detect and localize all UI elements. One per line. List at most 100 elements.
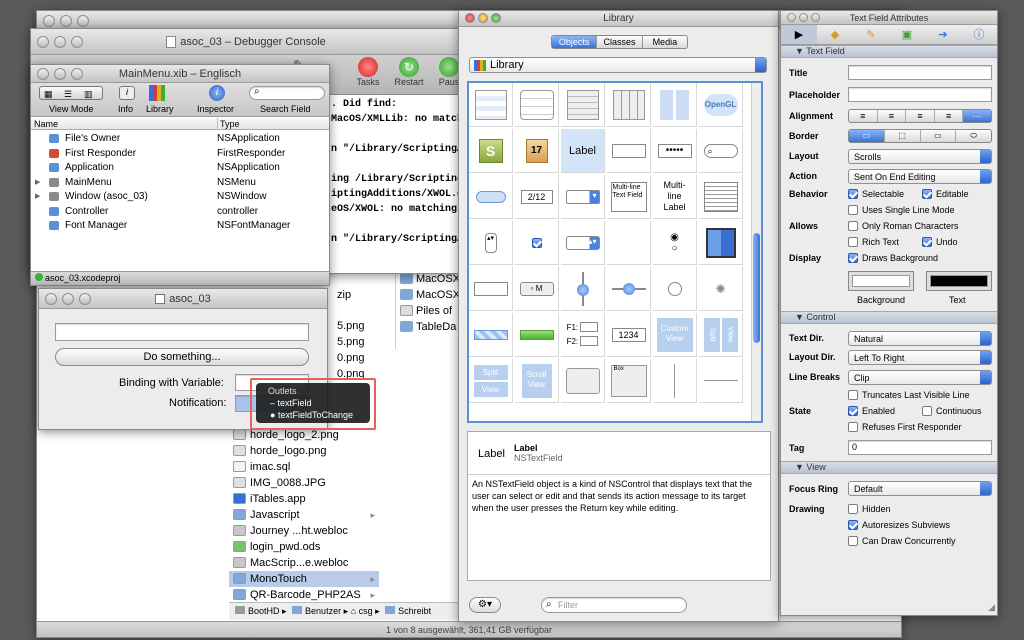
border-control[interactable]: ▭ ⬚ ▭ ⬭ [848,129,992,143]
minimize-button[interactable] [478,13,488,23]
align-justify-icon[interactable]: ≡ [933,110,963,122]
library-item-date-picker[interactable]: 17 [515,129,559,173]
outlet-item-textfieldtochange[interactable]: ● textFieldToChange [264,409,362,421]
library-popup[interactable]: Library [469,57,767,73]
type-column-header[interactable]: Type [217,118,240,130]
library-item-progress-indicator[interactable]: ✺ [699,267,743,311]
list-item[interactable]: TableDa [396,319,459,335]
library-item-secure-field[interactable]: ••••• [653,129,697,173]
library-item-progress-bar[interactable] [469,313,513,357]
scroll-thumb[interactable] [753,233,760,343]
border-none-icon[interactable]: ▭ [849,130,884,142]
section-text-field[interactable]: ▼ Text Field [781,45,997,58]
title-field[interactable] [848,65,992,80]
border-line-icon[interactable]: ⬚ [883,130,920,142]
library-item-circular-slider[interactable] [653,267,697,311]
library-item-box-field[interactable] [469,267,513,311]
library-item-object[interactable]: S [469,129,513,173]
library-item-text-view[interactable] [699,175,743,219]
tab-media[interactable]: Media [641,36,687,48]
truncates-checkbox[interactable] [848,390,858,400]
minimize-button[interactable] [60,15,72,27]
list-item[interactable]: zip [333,287,395,303]
library-item-scroll-view[interactable]: Scroll View [515,359,559,403]
hidden-checkbox[interactable] [848,504,858,514]
library-item-horizontal-slider[interactable] [607,267,651,311]
list-item[interactable]: QR-Barcode_PHP2AS ▸ [229,587,379,603]
list-item[interactable]: IMG_0088.JPG [229,475,379,491]
library-item-opengl[interactable]: OpenGL [699,83,743,127]
selectable-checkbox[interactable] [848,189,858,199]
minimize-button[interactable] [799,13,808,22]
restart-button[interactable]: ↻ Restart [391,57,427,87]
library-item-table-view[interactable] [469,83,513,127]
table-row[interactable]: Controller controller [31,204,329,219]
action-popup[interactable]: Sent On End Editing [848,169,992,184]
identity-tab-icon[interactable]: ⓘ [961,25,997,44]
table-row[interactable]: Font Manager NSFontManager [31,218,329,233]
close-button[interactable] [37,36,49,48]
list-item[interactable]: horde_logo.png [229,443,379,459]
refuses-checkbox[interactable] [848,422,858,432]
library-item-grid[interactable] [607,83,651,127]
library-item-radio-group[interactable]: ◉ ○ [653,221,697,265]
gear-action-button[interactable]: ⚙▾ [469,597,501,613]
section-control[interactable]: ▼ Control [781,311,997,324]
enabled-checkbox[interactable] [848,406,858,416]
list-item[interactable]: 5.png [333,318,395,334]
search-input[interactable]: ⌕ [249,86,325,100]
rich-text-checkbox[interactable] [848,237,858,247]
alignment-control[interactable]: ≡ ≡ ≡ ≡ ⋯ [848,109,992,123]
align-natural-icon[interactable]: ⋯ [962,110,991,122]
text-field[interactable] [55,323,309,341]
concurrent-checkbox[interactable] [848,536,858,546]
library-icon[interactable] [149,85,165,101]
do-something-button[interactable]: Do something... [55,348,309,366]
list-item[interactable]: MacOSX [396,287,460,303]
library-item-multiline-label[interactable]: Multi-line Label [653,175,697,219]
table-row[interactable]: ▶ Window (asoc_03) NSWindow [31,189,329,204]
list-item[interactable]: login_pwd.ods [229,539,379,555]
border-bezel-icon[interactable]: ▭ [919,130,956,142]
library-item-text-field[interactable] [607,129,651,173]
console-output[interactable]: . Did find: MacOS/XMLLib: no matchin n "/L… [331,97,461,272]
minimize-button[interactable] [54,68,66,80]
roman-checkbox[interactable] [848,221,858,231]
minimize-button[interactable] [54,36,66,48]
list-item[interactable]: MonoTouch ▸ [229,571,379,587]
zoom-button[interactable] [77,15,89,27]
library-item-popup-button[interactable]: ▴▾ [561,221,605,265]
autoresizes-checkbox[interactable] [848,520,858,530]
library-item-stepper[interactable]: ▴▾ [469,221,513,265]
library-item-split-view-horizontal[interactable]: Split View [469,359,513,403]
list-item[interactable]: Piles of [396,303,459,319]
path-item[interactable]: Benutzer [305,606,341,616]
size-tab-icon[interactable]: ✎ [853,25,889,44]
list-item[interactable]: Journey ...ht.webloc [229,523,379,539]
info-icon[interactable]: i [119,86,135,100]
list-item[interactable]: 5.png [333,334,395,350]
align-left-icon[interactable]: ≡ [849,110,877,122]
library-item-form[interactable]: F1: F2: [561,313,605,357]
library-item-combo-box[interactable]: ▾ [561,175,605,219]
editable-checkbox[interactable] [922,189,932,199]
zoom-button[interactable] [71,68,83,80]
single-line-checkbox[interactable] [848,205,858,215]
close-button[interactable] [787,13,796,22]
path-item[interactable]: Schreibt [398,606,431,616]
library-item-split-view-vertical[interactable]: Split View [699,313,743,357]
table-row[interactable]: First Responder FirstResponder [31,146,329,161]
list-item[interactable]: imac.sql [229,459,379,475]
library-item-custom-view[interactable]: Custom View [653,313,697,357]
library-item-check-box[interactable] [515,221,559,265]
zoom-button[interactable] [491,13,501,23]
bindings-tab-icon[interactable]: ▣ [889,25,925,44]
layout-dir-popup[interactable]: Left To Right [848,350,992,365]
attributes-tab-icon[interactable]: ▶ [781,25,817,44]
align-center-icon[interactable]: ≡ [876,110,906,122]
library-item-matrix[interactable] [515,83,559,127]
library-item-vertical-line[interactable] [653,359,697,403]
library-item-token-field[interactable] [469,175,513,219]
table-row[interactable]: File's Owner NSApplication [31,131,329,146]
library-item-vertical-slider[interactable] [561,267,605,311]
